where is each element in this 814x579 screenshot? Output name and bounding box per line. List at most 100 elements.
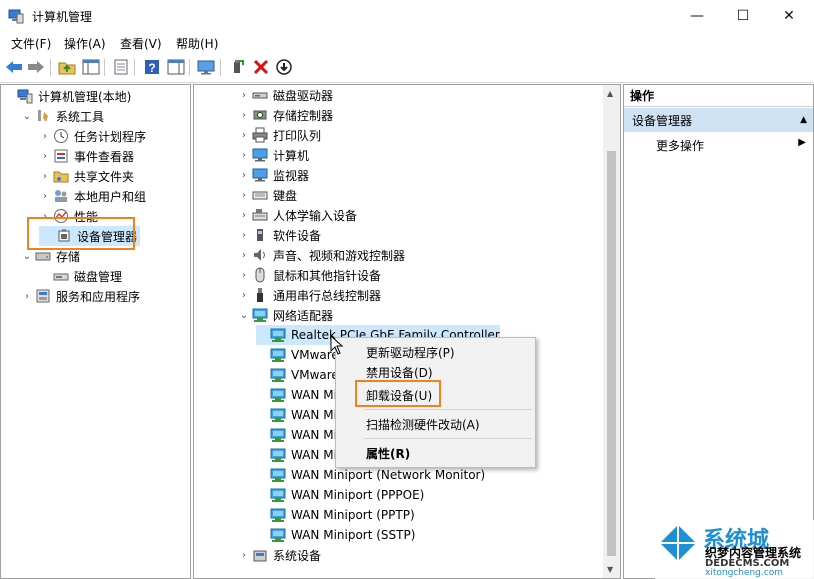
maximize-button[interactable]: ☐ xyxy=(720,0,766,31)
scroll-down-icon[interactable]: ▼ xyxy=(607,565,613,574)
menu-action[interactable]: 操作(A) xyxy=(64,35,106,52)
device-item-row[interactable]: › 打印队列 xyxy=(238,125,321,145)
show-hide-tree-button[interactable] xyxy=(81,57,101,77)
menu-properties[interactable]: 属性(R) xyxy=(366,445,410,462)
tree-item-row[interactable]: 磁盘管理 xyxy=(39,266,122,286)
device-item-row[interactable]: › 人体学输入设备 xyxy=(238,205,357,225)
tree-item-row[interactable]: › 服务和应用程序 xyxy=(21,286,140,306)
collapsed-chevron-icon[interactable]: › xyxy=(39,126,51,146)
menu-update-driver[interactable]: 更新驱动程序(P) xyxy=(366,344,455,361)
users-icon xyxy=(55,190,67,202)
device-tree-pane: ▲ ▼ › 磁盘驱动器 › 存储控制器 › 打印队列 › 计算机 › 监视器 › 键盘 › 人体学输入设备… xyxy=(193,84,621,579)
device-item-label: 网络适配器 xyxy=(273,308,334,323)
collapsed-chevron-icon[interactable]: › xyxy=(238,185,250,205)
device-item-label: 键盘 xyxy=(273,188,298,203)
menu-view[interactable]: 查看(V) xyxy=(120,35,162,52)
back-button[interactable] xyxy=(4,57,24,77)
toolbar-separator xyxy=(104,59,105,76)
device-item-row[interactable]: › 监视器 xyxy=(238,165,309,185)
device-item-row[interactable]: WAN Miniport (Network Monitor) xyxy=(256,465,485,485)
device-item-row[interactable]: › 通用串行总线控制器 xyxy=(238,285,381,305)
menu-file[interactable]: 文件(F) xyxy=(11,35,51,52)
help-icon: ? xyxy=(145,60,159,75)
computer-management-icon xyxy=(8,9,24,24)
speaker-icon xyxy=(254,249,265,261)
tree-item-row[interactable]: › 本地用户和组 xyxy=(39,186,146,206)
collapsed-chevron-icon[interactable]: › xyxy=(238,125,250,145)
device-item-label: WAN Miniport (SSTP) xyxy=(291,528,416,542)
tree-item-row[interactable]: 计算机管理(本地) xyxy=(3,86,131,106)
menu-disable-device[interactable]: 禁用设备(D) xyxy=(366,364,433,381)
uninstall-device-button[interactable] xyxy=(251,57,271,77)
scroll-up-icon[interactable]: ▲ xyxy=(607,89,613,98)
properties-button[interactable] xyxy=(111,57,131,77)
collapsed-chevron-icon[interactable]: › xyxy=(39,166,51,186)
collapsed-chevron-icon[interactable]: › xyxy=(238,205,250,225)
collapsed-chevron-icon[interactable]: › xyxy=(238,545,250,565)
tree-item-label: 本地用户和组 xyxy=(74,189,147,204)
keyboard-icon xyxy=(252,191,268,200)
up-folder-icon xyxy=(58,62,76,75)
menu-bar: 文件(F) 操作(A) 查看(V) 帮助(H) xyxy=(0,31,814,53)
collapsed-chevron-icon[interactable]: › xyxy=(39,186,51,206)
actions-section-device-manager[interactable]: 设备管理器 ▲ xyxy=(624,108,813,132)
collapsed-chevron-icon[interactable]: › xyxy=(238,225,250,245)
expanded-chevron-icon[interactable]: ⌄ xyxy=(21,106,33,126)
collapsed-chevron-icon[interactable]: › xyxy=(238,85,250,105)
menu-scan-hardware[interactable]: 扫描检测硬件改动(A) xyxy=(366,416,480,433)
update-driver-button[interactable] xyxy=(274,57,294,77)
watermark: 系统城 织梦内容管理系统 DEDECMS.COM xitongcheng.com xyxy=(655,520,814,579)
device-item-row[interactable]: › 声音、视频和游戏控制器 xyxy=(238,245,405,265)
chevron-placeholder xyxy=(256,345,268,365)
tree-item-label: 服务和应用程序 xyxy=(56,289,141,304)
tree-item-row[interactable]: › 共享文件夹 xyxy=(39,166,134,186)
collapsed-chevron-icon[interactable]: › xyxy=(238,105,250,125)
collapsed-chevron-icon[interactable]: › xyxy=(238,285,250,305)
device-item-row[interactable]: › 存储控制器 xyxy=(238,105,333,125)
collapsed-chevron-icon[interactable]: › xyxy=(238,265,250,285)
device-item-row[interactable]: ⌄ 网络适配器 xyxy=(238,305,333,325)
software-device-icon xyxy=(257,229,263,241)
device-item-row[interactable]: WAN Miniport (SSTP) xyxy=(256,525,415,545)
forward-button[interactable] xyxy=(26,57,46,77)
minimize-button[interactable]: — xyxy=(674,0,720,31)
more-actions-item[interactable]: 更多操作 ▶ xyxy=(656,137,806,155)
collapsed-chevron-icon[interactable]: › xyxy=(238,145,250,165)
device-item-row[interactable]: WAN Miniport (PPPOE) xyxy=(256,485,424,505)
collapsed-chevron-icon[interactable]: › xyxy=(39,146,51,166)
device-item-row[interactable]: › 软件设备 xyxy=(238,225,321,245)
enable-device-button[interactable] xyxy=(228,57,248,77)
device-item-row[interactable]: VMware xyxy=(256,345,339,365)
collapsed-chevron-icon[interactable]: › xyxy=(21,286,33,306)
monitor-button[interactable] xyxy=(196,57,216,77)
menu-help[interactable]: 帮助(H) xyxy=(176,35,218,52)
services-icon xyxy=(36,289,50,303)
device-item-row[interactable]: VMware xyxy=(256,365,339,385)
collapsed-chevron-icon[interactable]: › xyxy=(238,245,250,265)
collapse-up-icon[interactable]: ▲ xyxy=(800,115,807,125)
device-item-row[interactable]: › 磁盘驱动器 xyxy=(238,85,333,105)
more-actions-label: 更多操作 xyxy=(656,139,705,153)
expanded-chevron-icon[interactable]: ⌄ xyxy=(238,305,250,325)
properties-icon xyxy=(114,59,128,75)
up-one-level-button[interactable] xyxy=(57,57,77,77)
device-item-row[interactable]: › 计算机 xyxy=(238,145,309,165)
collapsed-chevron-icon[interactable]: › xyxy=(238,165,250,185)
monitor-icon xyxy=(252,148,268,162)
event-viewer-icon xyxy=(54,149,68,163)
scrollbar-thumb[interactable] xyxy=(607,151,616,556)
device-item-label: 通用串行总线控制器 xyxy=(273,288,382,303)
device-item-row[interactable]: WAN Miniport (PPTP) xyxy=(256,505,415,525)
network-adapter-icon xyxy=(270,508,286,522)
device-item-row[interactable]: › 鼠标和其他指针设备 xyxy=(238,265,381,285)
tree-item-row[interactable]: › 事件查看器 xyxy=(39,146,134,166)
close-button[interactable]: ✕ xyxy=(766,0,812,31)
device-item-row[interactable]: › 系统设备 xyxy=(238,545,321,565)
help-button[interactable]: ? xyxy=(142,57,162,77)
tree-item-row[interactable]: ⌄ 系统工具 xyxy=(21,106,104,126)
tree-item-row[interactable]: › 任务计划程序 xyxy=(39,126,146,146)
show-action-pane-button[interactable] xyxy=(166,57,186,77)
submenu-arrow-icon: ▶ xyxy=(798,137,806,148)
vertical-scrollbar[interactable]: ▲ ▼ xyxy=(603,85,620,578)
device-item-row[interactable]: › 键盘 xyxy=(238,185,297,205)
